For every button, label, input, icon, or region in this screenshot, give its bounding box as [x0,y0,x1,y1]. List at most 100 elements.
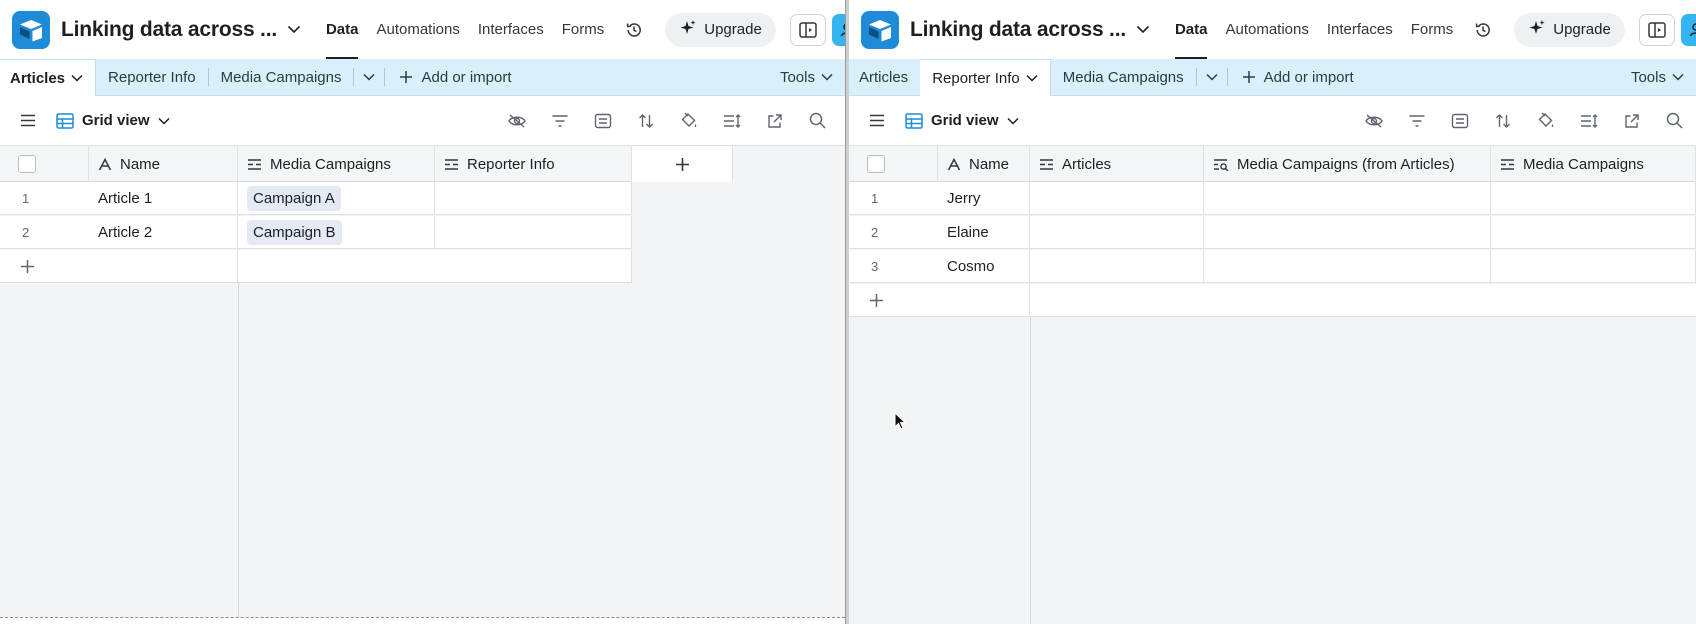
upgrade-button[interactable]: Upgrade [665,12,776,47]
base-title[interactable]: Linking data across ... [910,18,1126,42]
collaborators-icon[interactable] [831,13,845,46]
tab-articles[interactable]: Articles [849,59,920,96]
cell-articles[interactable] [1030,216,1204,249]
cell-name[interactable]: Cosmo [938,250,1030,283]
upgrade-button[interactable]: Upgrade [1514,12,1625,47]
cell-media-campaigns-lookup[interactable] [1204,250,1491,283]
tab-media-campaigns[interactable]: Media Campaigns [1051,59,1196,96]
nav-forms[interactable]: Forms [1402,0,1463,59]
table-tabs: Articles Reporter Info Media Campaigns A… [849,58,1696,97]
cell-name[interactable]: Article 1 [89,182,238,215]
nav-data[interactable]: Data [1166,0,1217,59]
cell-name[interactable]: Elaine [938,216,1030,249]
chevron-down-icon [1672,73,1684,81]
chevron-down-icon[interactable] [1136,20,1150,40]
share-view-icon[interactable] [1610,106,1653,136]
hide-fields-icon[interactable] [495,106,538,136]
table-row[interactable]: 2 Article 2 Campaign B [0,216,632,249]
cell-media-campaigns-lookup[interactable] [1204,216,1491,249]
nav-automations[interactable]: Automations [1216,0,1317,59]
nav-interfaces[interactable]: Interfaces [1318,0,1402,59]
chevron-down-icon[interactable] [354,59,384,96]
tab-reporter-info[interactable]: Reporter Info [920,58,1051,97]
row-height-icon[interactable] [710,106,753,136]
view-switcher[interactable]: Grid view [905,112,1019,129]
cell-reporter-info[interactable] [435,182,632,215]
add-row-button[interactable] [0,250,632,283]
cell-name[interactable]: Jerry [938,182,1030,215]
group-icon[interactable] [1438,106,1481,136]
filter-icon[interactable] [538,106,581,136]
sort-icon[interactable] [1481,106,1524,136]
cell-reporter-info[interactable] [435,216,632,249]
chevron-down-icon [821,73,833,81]
add-column-button[interactable] [632,146,733,182]
nav-automations[interactable]: Automations [367,0,468,59]
sort-icon[interactable] [624,106,667,136]
nav-interfaces[interactable]: Interfaces [469,0,553,59]
chevron-down-icon[interactable] [71,74,83,82]
cell-media-campaigns[interactable] [1491,216,1696,249]
chevron-down-icon[interactable] [1197,59,1227,96]
filter-icon[interactable] [1395,106,1438,136]
column-header-articles[interactable]: Articles [1030,146,1204,182]
base-title[interactable]: Linking data across ... [61,18,277,42]
cell-articles[interactable] [1030,182,1204,215]
nav-forms[interactable]: Forms [553,0,614,59]
cell-media-campaigns[interactable] [1491,182,1696,215]
interface-preview-icon[interactable] [1638,13,1675,46]
column-header-label: Name [969,155,1010,173]
cell-media-campaigns-lookup[interactable] [1204,182,1491,215]
linked-record-icon [248,158,261,170]
cell-name[interactable]: Article 2 [89,216,238,249]
airtable-logo-icon[interactable] [12,10,50,49]
color-icon[interactable] [667,106,710,136]
table-row[interactable]: 3 Cosmo [849,250,1696,283]
table-row[interactable]: 1 Article 1 Campaign A [0,182,632,215]
history-icon[interactable] [1474,15,1492,45]
row-height-icon[interactable] [1567,106,1610,136]
add-row-button[interactable] [849,284,1696,317]
collaborators-icon[interactable] [1680,13,1696,46]
hamburger-menu-icon[interactable] [865,109,889,133]
search-icon[interactable] [1653,106,1696,136]
column-header-media-campaigns[interactable]: Media Campaigns [1491,146,1696,182]
cell-articles[interactable] [1030,250,1204,283]
hide-fields-icon[interactable] [1352,106,1395,136]
chevron-down-icon[interactable] [1026,74,1038,82]
search-icon[interactable] [796,106,839,136]
chevron-down-icon[interactable] [287,20,301,40]
cell-media-campaigns[interactable]: Campaign B [238,216,435,249]
share-view-icon[interactable] [753,106,796,136]
color-icon[interactable] [1524,106,1567,136]
column-header-name[interactable]: Name [89,146,238,182]
tools-menu[interactable]: Tools [780,69,845,86]
table-row[interactable]: 1 Jerry [849,182,1696,215]
cell-media-campaigns[interactable]: Campaign A [238,182,435,215]
tools-menu[interactable]: Tools [1631,69,1696,86]
tab-reporter-info[interactable]: Reporter Info [96,59,208,96]
tab-articles[interactable]: Articles [0,58,97,97]
tab-media-campaigns[interactable]: Media Campaigns [209,59,354,96]
nav-data[interactable]: Data [317,0,368,59]
history-icon[interactable] [625,15,643,45]
linked-record-pill[interactable]: Campaign B [247,220,342,245]
view-switcher[interactable]: Grid view [56,112,170,129]
select-all-checkbox[interactable] [867,155,885,173]
column-header-media-campaigns[interactable]: Media Campaigns [238,146,435,182]
group-icon[interactable] [581,106,624,136]
interface-preview-icon[interactable] [789,13,826,46]
cell-media-campaigns[interactable] [1491,250,1696,283]
add-or-import-button[interactable]: Add or import [1228,69,1354,86]
column-header-name[interactable]: Name [938,146,1030,182]
column-header-reporter-info[interactable]: Reporter Info [435,146,632,182]
select-all-checkbox[interactable] [18,155,36,173]
column-header-media-campaigns-lookup[interactable]: Media Campaigns (from Articles) [1204,146,1491,182]
hamburger-menu-icon[interactable] [16,109,40,133]
table-row[interactable]: 2 Elaine [849,216,1696,249]
column-header-label: Name [120,155,161,173]
upgrade-label: Upgrade [704,21,762,38]
add-or-import-button[interactable]: Add or import [385,69,512,86]
airtable-logo-icon[interactable] [861,10,899,49]
linked-record-pill[interactable]: Campaign A [247,186,341,211]
